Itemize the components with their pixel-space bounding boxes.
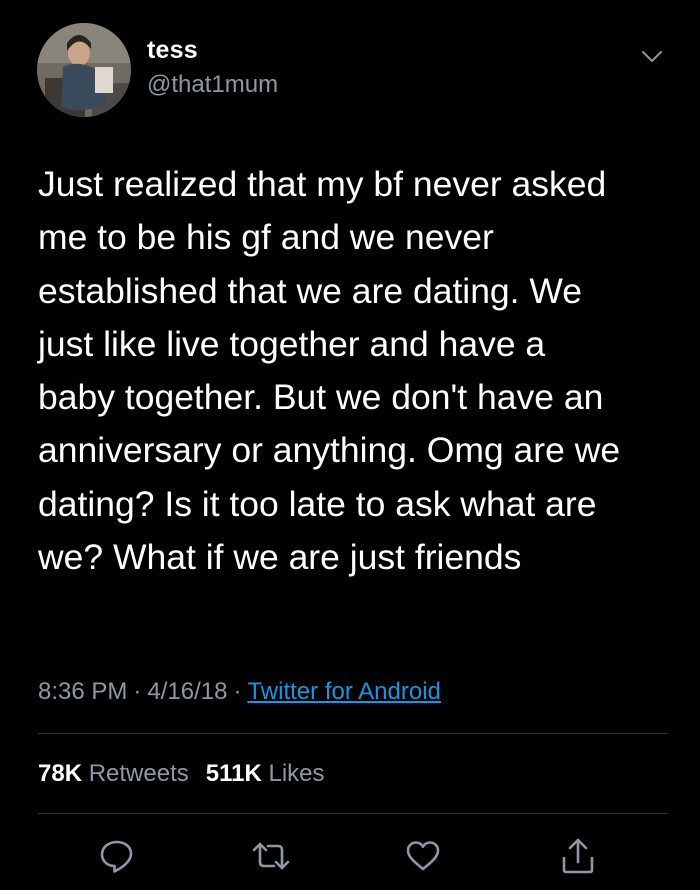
divider [38, 733, 668, 734]
tweet-card: tess @that1mum Just realized that my bf … [0, 0, 700, 890]
tweet-time: 8:36 PM [38, 678, 128, 705]
retweets-count: 78K [38, 760, 83, 787]
chevron-down-icon[interactable] [640, 47, 664, 67]
user-handle[interactable]: @that1mum [147, 70, 278, 100]
separator: · [233, 678, 242, 705]
avatar-photo [37, 23, 131, 117]
tweet-date: 4/16/18 [147, 678, 228, 705]
retweet-icon[interactable] [251, 836, 291, 876]
tweet-text: Just realized that my bf never asked me … [38, 164, 621, 578]
likes-label: Likes [268, 760, 325, 787]
tweet-stats: 78K Retweets 511K Likes [38, 758, 325, 790]
reply-icon[interactable] [97, 836, 137, 876]
divider [38, 813, 668, 814]
likes-count: 511K [205, 760, 262, 787]
likes-stat[interactable]: 511K Likes [206, 760, 325, 787]
avatar[interactable] [37, 23, 131, 117]
like-icon[interactable] [403, 836, 443, 876]
display-name[interactable]: tess [147, 35, 198, 65]
action-bar [0, 836, 700, 876]
tweet-source-link[interactable]: Twitter for Android [247, 678, 440, 705]
tweet-meta: 8:36 PM · 4/16/18 · Twitter for Android [38, 676, 441, 708]
share-icon[interactable] [558, 836, 598, 876]
retweets-label: Retweets [88, 760, 189, 787]
retweets-stat[interactable]: 78K Retweets [38, 760, 189, 787]
separator: · [133, 678, 142, 705]
